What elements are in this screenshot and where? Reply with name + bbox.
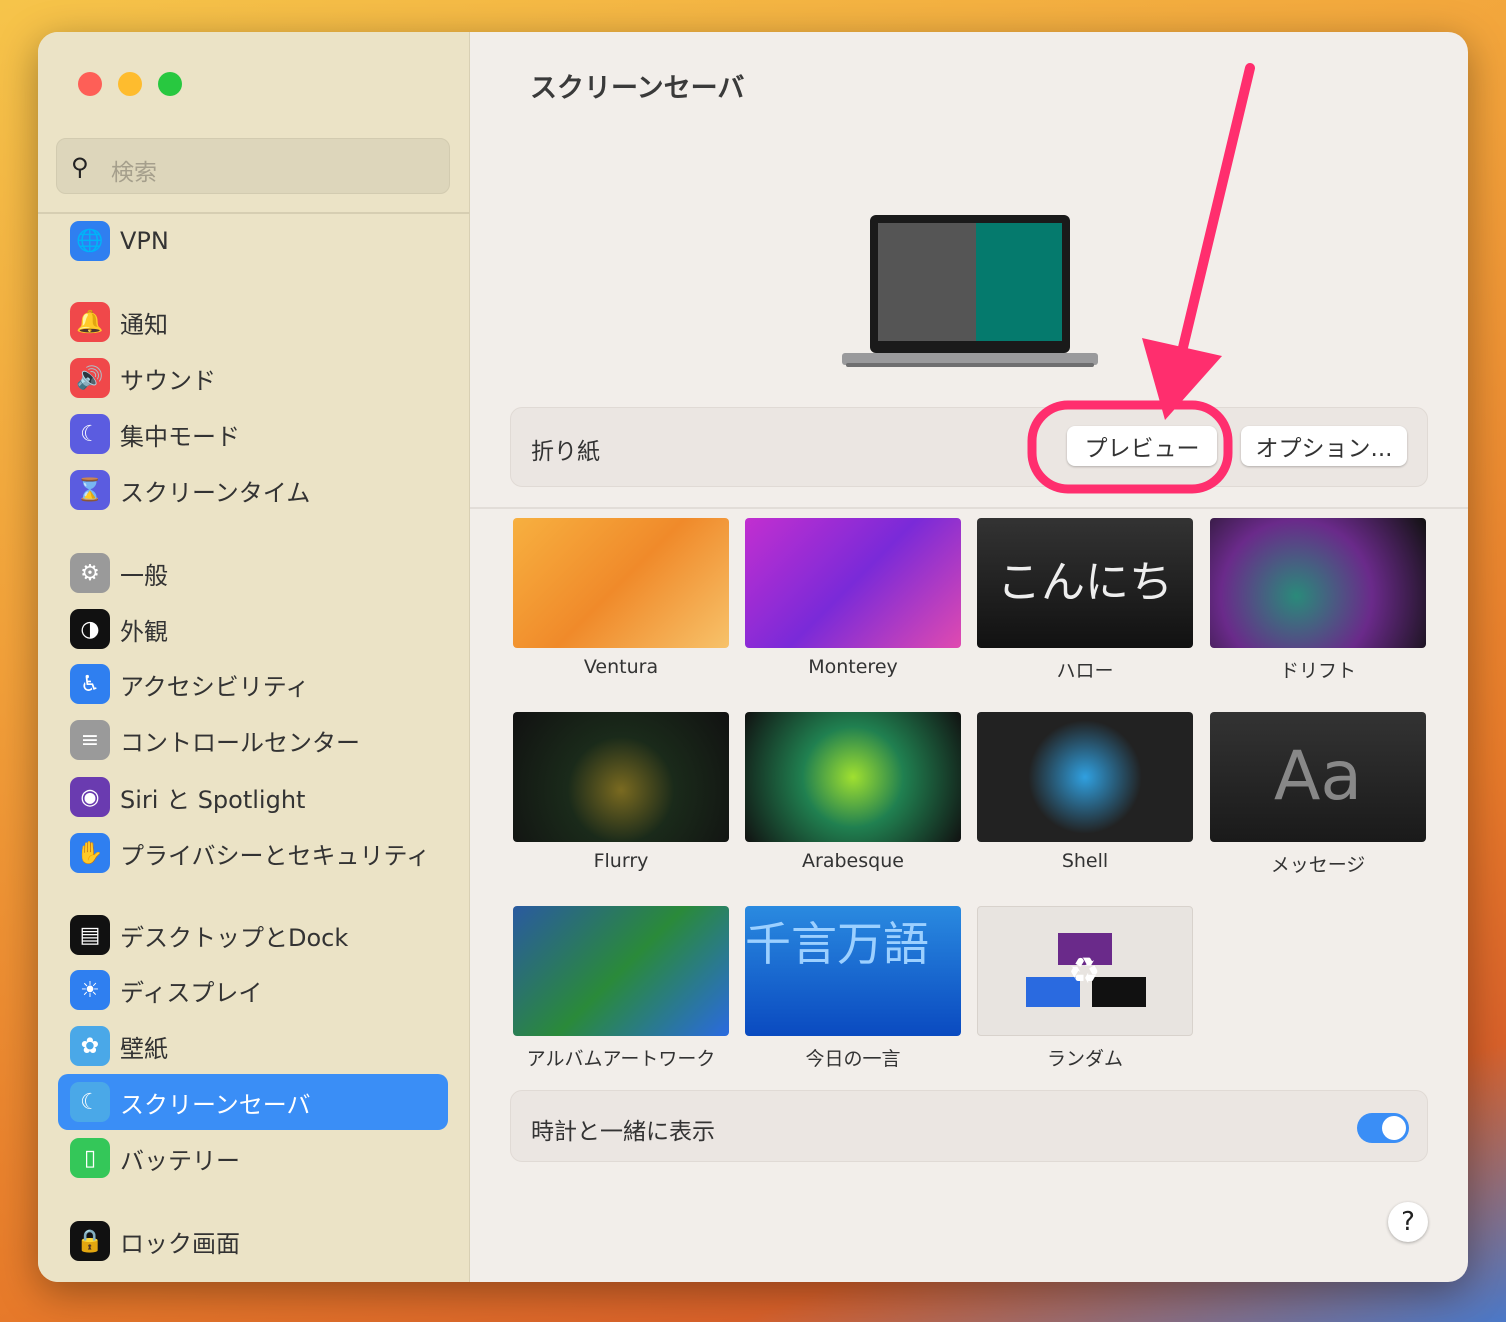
annotation-highlight [1027, 400, 1233, 494]
annotation-arrow [1027, 63, 1255, 494]
